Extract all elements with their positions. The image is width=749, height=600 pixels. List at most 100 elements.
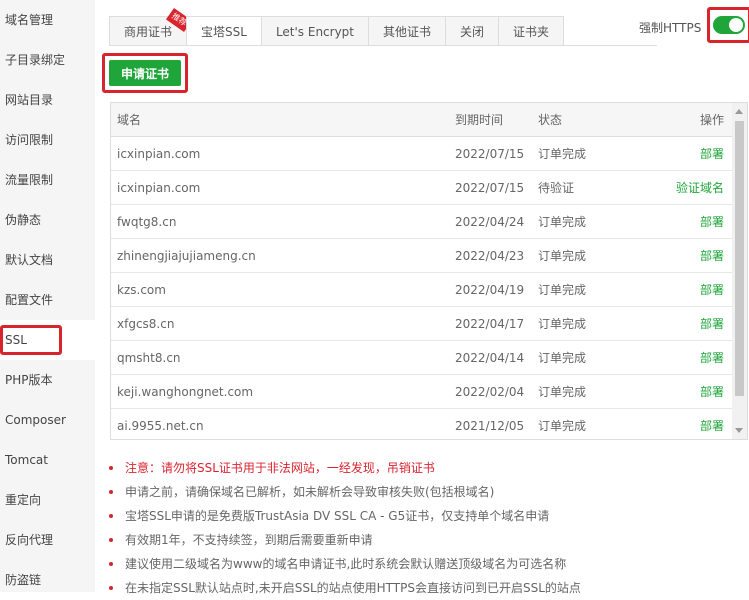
table-row: zhinengjiajujiameng.cn 2022/04/23 订单完成 部… (111, 239, 734, 273)
cell-expiry: 2022/04/14 (455, 351, 525, 365)
cell-expiry: 2022/07/15 (455, 147, 525, 161)
deploy-link[interactable]: 部署 (700, 239, 724, 273)
ssl-tabs: 商用证书 推荐 宝塔SSL Let's Encrypt 其他证书 关闭 证书夹 (109, 7, 565, 46)
cell-status: 订单完成 (538, 385, 587, 399)
column-header-action: 操作 (699, 113, 724, 127)
table-row: kzs.com 2022/04/19 订单完成 部署 (111, 273, 734, 307)
sidebar-item-label: 子目录绑定 (5, 53, 66, 67)
force-https-label: 强制HTTPS (639, 21, 702, 35)
deploy-link[interactable]: 部署 (700, 307, 724, 341)
sidebar-item-label: 域名管理 (5, 13, 54, 27)
sidebar-item-label: Composer (5, 413, 66, 427)
cell-expiry: 2022/04/24 (455, 215, 525, 229)
scroll-up-icon[interactable] (735, 109, 743, 114)
column-header-expiry: 到期时间 (455, 113, 504, 127)
cell-domain: icxinpian.com (117, 181, 201, 195)
column-header-domain: 域名 (117, 113, 142, 127)
sidebar-item-reverse-proxy[interactable]: 反向代理 (0, 520, 95, 560)
scroll-down-icon[interactable] (735, 428, 743, 433)
note-item: 宝塔SSL申请的是免费版TrustAsia DV SSL CA - G5证书，仅… (109, 504, 739, 528)
column-header-status: 状态 (538, 113, 563, 127)
deploy-link[interactable]: 部署 (700, 137, 724, 171)
sidebar-item-label: 伪静态 (5, 213, 42, 227)
deploy-link[interactable]: 部署 (700, 375, 724, 409)
cell-status: 订单完成 (538, 215, 587, 229)
sidebar-item-ssl[interactable]: SSL (0, 320, 95, 360)
sidebar-item-label: 访问限制 (5, 133, 54, 147)
sidebar-item-composer[interactable]: Composer (0, 400, 95, 440)
cell-expiry: 2022/02/04 (455, 385, 525, 399)
cell-domain: keji.wanghongnet.com (117, 385, 254, 399)
table-header: 域名 到期时间 状态 操作 (111, 103, 734, 137)
sidebar-item-label: 默认文档 (5, 253, 54, 267)
sidebar-item-domain-management[interactable]: 域名管理 (0, 0, 95, 40)
force-https-toggle[interactable] (713, 16, 745, 34)
table-row: icxinpian.com 2022/07/15 订单完成 部署 (111, 137, 734, 171)
tab-label: Let's Encrypt (275, 25, 355, 39)
note-item: 在未指定SSL默认站点时,未开启SSL的站点使用HTTPS会直接访问到已开启SS… (109, 576, 739, 600)
deploy-link[interactable]: 部署 (700, 409, 724, 439)
note-item: 申请之前，请确保域名已解析，如未解析会导致审核失败(包括根域名) (109, 480, 739, 504)
cell-expiry: 2022/04/23 (455, 249, 525, 263)
deploy-link[interactable]: 部署 (700, 341, 724, 375)
sidebar-item-subdirectory-binding[interactable]: 子目录绑定 (0, 40, 95, 80)
cell-status: 订单完成 (538, 283, 587, 297)
sidebar-item-site-directory[interactable]: 网站目录 (0, 80, 95, 120)
sidebar-item-label: 配置文件 (5, 293, 54, 307)
sidebar-item-rewrite[interactable]: 伪静态 (0, 200, 95, 240)
tab-divider (109, 45, 657, 46)
table-row: qmsht8.cn 2022/04/14 订单完成 部署 (111, 341, 734, 375)
cell-domain: qmsht8.cn (117, 351, 181, 365)
sidebar-item-label: PHP版本 (5, 373, 53, 387)
note-item: 建议使用二级域名为www的域名申请证书,此时系统会默认赠送顶级域名为可选名称 (109, 552, 739, 576)
table-row: xfgcs8.cn 2022/04/17 订单完成 部署 (111, 307, 734, 341)
tab-label: 其他证书 (383, 25, 432, 39)
cell-expiry: 2022/07/15 (455, 181, 525, 195)
tab-cert-folder[interactable]: 证书夹 (498, 16, 565, 46)
cell-status: 待验证 (538, 181, 575, 195)
ssl-notes: 注意：请勿将SSL证书用于非法网站，一经发现，吊销证书 申请之前，请确保域名已解… (109, 456, 739, 600)
scroll-thumb[interactable] (735, 121, 744, 396)
deploy-link[interactable]: 部署 (700, 273, 724, 307)
tab-label: 证书夹 (513, 25, 550, 39)
sidebar-item-default-document[interactable]: 默认文档 (0, 240, 95, 280)
cell-status: 订单完成 (538, 249, 587, 263)
sidebar-item-label: 网站目录 (5, 93, 54, 107)
toggle-knob (729, 18, 743, 32)
cell-domain: zhinengjiajujiameng.cn (117, 249, 256, 263)
cert-table: 域名 到期时间 状态 操作 icxinpian.com 2022/07/15 订… (110, 102, 748, 440)
cell-domain: xfgcs8.cn (117, 317, 175, 331)
apply-cert-button[interactable]: 申请证书 (109, 60, 181, 86)
tab-lets-encrypt[interactable]: Let's Encrypt (260, 16, 370, 46)
tab-baota-ssl[interactable]: 宝塔SSL (186, 16, 262, 46)
tab-close[interactable]: 关闭 (445, 16, 500, 46)
cell-expiry: 2022/04/19 (455, 283, 525, 297)
cell-expiry: 2021/12/05 (455, 419, 525, 433)
cell-status: 订单完成 (538, 419, 587, 433)
tab-label: 商用证书 (124, 25, 173, 39)
sidebar-item-config-file[interactable]: 配置文件 (0, 280, 95, 320)
sidebar-item-php-version[interactable]: PHP版本 (0, 360, 95, 400)
tab-other-cert[interactable]: 其他证书 (368, 16, 447, 46)
cell-expiry: 2022/04/17 (455, 317, 525, 331)
sidebar: 域名管理 子目录绑定 网站目录 访问限制 流量限制 伪静态 默认文档 配置文件 … (0, 0, 95, 592)
highlight-box: 申请证书 (102, 53, 188, 93)
highlight-box (707, 7, 749, 43)
sidebar-item-tomcat[interactable]: Tomcat (0, 440, 95, 480)
sidebar-item-hotlink-protection[interactable]: 防盗链 (0, 560, 95, 600)
sidebar-item-traffic-limit[interactable]: 流量限制 (0, 160, 95, 200)
table-scrollbar[interactable] (732, 103, 747, 439)
verify-domain-link[interactable]: 验证域名 (676, 171, 724, 205)
sidebar-item-label: 流量限制 (5, 173, 54, 187)
sidebar-item-access-restriction[interactable]: 访问限制 (0, 120, 95, 160)
tab-label: 关闭 (460, 25, 485, 39)
sidebar-item-label: Tomcat (5, 453, 48, 467)
sidebar-item-redirect[interactable]: 重定向 (0, 480, 95, 520)
tab-commercial-cert[interactable]: 商用证书 推荐 (109, 7, 193, 46)
table-row: keji.wanghongnet.com 2022/02/04 订单完成 部署 (111, 375, 734, 409)
deploy-link[interactable]: 部署 (700, 205, 724, 239)
cell-domain: icxinpian.com (117, 147, 201, 161)
cell-domain: fwqtg8.cn (117, 215, 177, 229)
table-row: icxinpian.com 2022/07/15 待验证 验证域名 (111, 171, 734, 205)
cell-domain: ai.9955.net.cn (117, 419, 204, 433)
